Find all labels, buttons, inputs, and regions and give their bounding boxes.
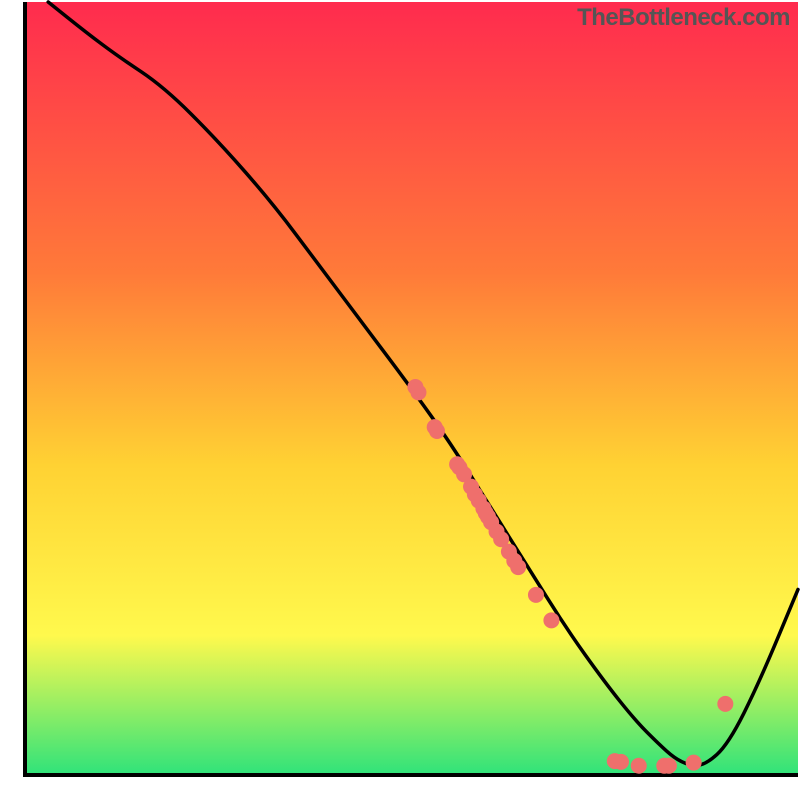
data-point	[686, 755, 702, 771]
data-point	[429, 423, 445, 439]
data-point	[717, 696, 733, 712]
data-point	[543, 612, 559, 628]
data-point	[661, 758, 677, 774]
bottleneck-curve-chart	[0, 0, 800, 800]
data-point	[528, 587, 544, 603]
watermark-text: TheBottleneck.com	[577, 4, 790, 32]
data-point	[613, 754, 629, 770]
data-point	[631, 758, 647, 774]
data-point	[510, 559, 526, 575]
chart-container: TheBottleneck.com	[0, 0, 800, 800]
data-point	[410, 384, 426, 400]
